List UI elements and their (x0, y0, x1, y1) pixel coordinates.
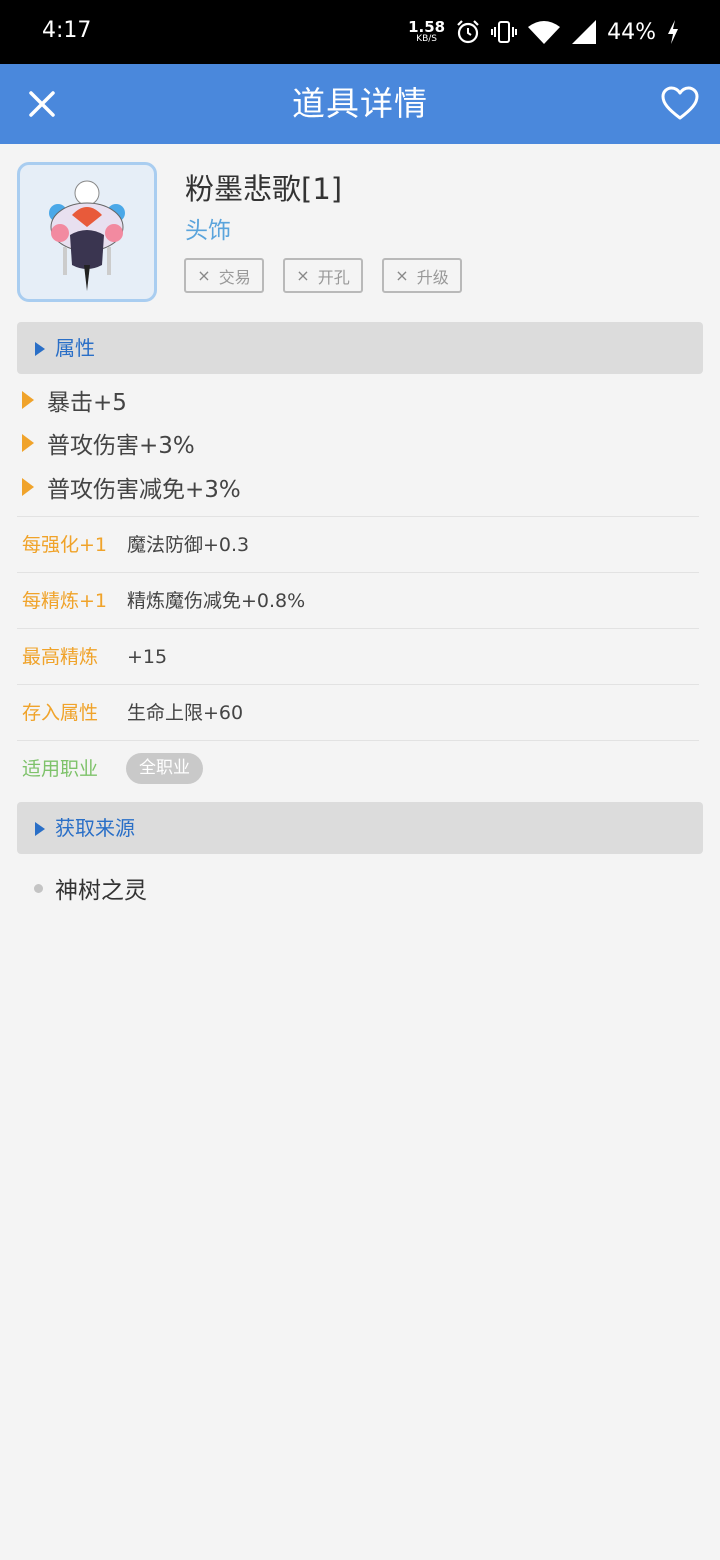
attribute-item: 普攻伤害减免+3% (22, 472, 241, 503)
detail-row: 最高精炼 +15 (17, 628, 699, 685)
detail-key: 存入属性 (22, 702, 99, 724)
profession-badge: 全职业 (126, 753, 203, 784)
attribute-text: 暴击+5 (47, 390, 127, 416)
charging-icon (668, 20, 678, 44)
heart-outline-icon[interactable] (660, 84, 700, 124)
wifi-icon (528, 21, 561, 44)
section-title: 属性 (55, 336, 95, 360)
detail-row: 存入属性 生命上限+60 (17, 684, 699, 741)
triangle-right-icon (35, 822, 45, 836)
item-image (17, 162, 157, 302)
bullet-triangle-icon (22, 478, 34, 496)
vibrate-icon (491, 21, 518, 43)
page-title: 道具详情 (292, 84, 428, 123)
attribute-text: 普攻伤害+3% (47, 433, 195, 459)
source-item[interactable]: 神树之灵 (34, 871, 147, 905)
attribute-text: 普攻伤害减免+3% (47, 477, 241, 503)
tag-label: 升级 (416, 267, 449, 287)
net-speed-unit: KB/S (416, 34, 437, 44)
alarm-icon (457, 20, 479, 44)
profession-row: 适用职业 全职业 (17, 740, 699, 797)
detail-value: 魔法防御+0.3 (127, 534, 250, 556)
profession-key: 适用职业 (22, 758, 99, 780)
cross-icon: × (395, 266, 409, 285)
detail-value: 精炼魔伤减免+0.8% (127, 590, 306, 612)
attributes-section-header[interactable]: 属性 (17, 322, 703, 374)
detail-row: 每强化+1 魔法防御+0.3 (17, 516, 699, 573)
bullet-triangle-icon (22, 434, 34, 452)
attribute-item: 暴击+5 (22, 385, 127, 416)
section-title: 获取来源 (55, 816, 135, 840)
cross-icon: × (296, 266, 310, 285)
detail-key: 每强化+1 (22, 534, 108, 556)
net-speed: 1.58 KB/S (408, 20, 445, 44)
status-time: 4:17 (42, 18, 92, 43)
signal-icon (572, 20, 597, 44)
status-icons: 1.58 KB/S 44% (408, 14, 680, 50)
net-speed-value: 1.58 (408, 18, 446, 36)
detail-value: 生命上限+60 (127, 702, 244, 724)
detail-row: 每精炼+1 精炼魔伤减免+0.8% (17, 572, 699, 629)
source-text: 神树之灵 (55, 878, 147, 904)
opera-headdress-image (49, 180, 125, 291)
tag-socket: × 开孔 (283, 258, 363, 293)
detail-key: 最高精炼 (22, 646, 99, 668)
app-bar: 道具详情 (0, 64, 720, 144)
bullet-triangle-icon (22, 391, 34, 409)
tag-label: 交易 (218, 267, 251, 287)
battery-percent: 44% (607, 19, 656, 45)
source-section-header[interactable]: 获取来源 (17, 802, 703, 854)
status-bar: 4:17 1.58 KB/S 44% (0, 0, 720, 64)
tag-trade: × 交易 (184, 258, 264, 293)
attribute-item: 普攻伤害+3% (22, 428, 195, 459)
bullet-dot-icon (34, 883, 43, 893)
tag-label: 开孔 (317, 267, 350, 287)
item-tags: × 交易 × 开孔 × 升级 (184, 258, 462, 293)
tag-upgrade: × 升级 (382, 258, 462, 293)
detail-key: 每精炼+1 (22, 590, 108, 612)
triangle-right-icon (35, 342, 45, 356)
cross-icon: × (197, 266, 211, 285)
item-name: 粉墨悲歌[1] (185, 172, 343, 206)
detail-value: +15 (127, 646, 168, 668)
item-type: 头饰 (185, 218, 231, 244)
